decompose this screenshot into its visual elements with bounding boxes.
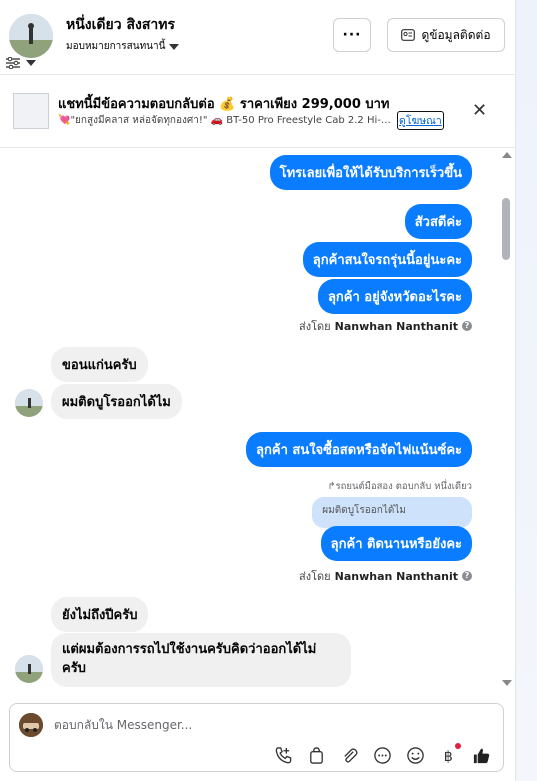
scroll-down-icon[interactable] bbox=[502, 680, 512, 686]
attachment-icon[interactable] bbox=[340, 746, 359, 765]
notification-dot bbox=[455, 743, 461, 749]
sent-by-label: ส่งโดย Nanwhan Nanthanit ? bbox=[299, 567, 472, 585]
message-incoming[interactable]: แต่ผมต้องการรถไปใช้งานครับคิดว่าออกได้ไม… bbox=[51, 633, 351, 687]
close-icon[interactable]: ✕ bbox=[472, 100, 487, 121]
contact-card-icon bbox=[401, 29, 416, 41]
chevron-down-icon bbox=[169, 43, 180, 50]
conversation-header: หนึ่งเดียว สิงสาทร มอบหมายการสนทนานี้ ··… bbox=[0, 0, 515, 75]
sent-by-prefix: ส่งโดย bbox=[299, 570, 331, 583]
message-incoming[interactable]: ยังไม่ถึงปีครับ bbox=[51, 597, 149, 632]
view-ad-link[interactable]: ดูโฆษณา bbox=[397, 111, 444, 130]
call-icon[interactable] bbox=[274, 746, 293, 765]
message-outgoing[interactable]: ลุกค้า ติดนานหรือยังคะ bbox=[320, 526, 472, 561]
help-icon[interactable]: ? bbox=[462, 321, 472, 331]
scroll-thumb[interactable] bbox=[502, 198, 510, 260]
sender-name: Nanwhan Nanthanit bbox=[334, 319, 458, 333]
message-outgoing[interactable]: สัวสดีค่ะ bbox=[404, 204, 472, 239]
message-outgoing[interactable]: ลุกค้า สนใจซื้อสดหรือจัดไฟแน้นซ์คะ bbox=[246, 432, 472, 467]
message-incoming[interactable]: ผมติดบูโรออกได้ไม bbox=[51, 384, 182, 419]
view-contact-label: ดูข้อมูลติดต่อ bbox=[421, 27, 491, 42]
message-outgoing[interactable]: ลุกค้า อยู่จังหวัดอะไรคะ bbox=[317, 279, 472, 314]
emoji-icon[interactable] bbox=[406, 746, 425, 765]
sent-by-prefix: ส่งโดย bbox=[299, 320, 331, 333]
contact-avatar-small bbox=[15, 655, 43, 683]
message-outgoing[interactable]: ลุกค้าสนใจรถรุ่นนี้อยู่นะคะ bbox=[302, 242, 472, 277]
thumbs-up-icon[interactable] bbox=[472, 746, 491, 765]
contact-name: หนึ่งเดียว สิงสาทร bbox=[66, 17, 175, 33]
message-incoming[interactable]: ขอนแก่นครับ bbox=[51, 347, 148, 382]
saved-replies-icon[interactable] bbox=[373, 746, 392, 765]
sender-name: Nanwhan Nanthanit bbox=[334, 569, 458, 583]
reply-input[interactable] bbox=[54, 718, 454, 732]
quoted-message[interactable]: ผมติดบูโรออกได้ไม bbox=[312, 497, 472, 528]
contact-avatar[interactable] bbox=[9, 14, 53, 58]
background-strip bbox=[515, 0, 537, 781]
contact-avatar-small bbox=[15, 389, 43, 417]
sliders-icon bbox=[6, 57, 20, 69]
ad-thumbnail bbox=[13, 93, 49, 129]
ad-title: แชทนี้มีข้อความตอบกลับต่อ 💰 ราคาเพียง 29… bbox=[58, 97, 390, 112]
shopping-bag-icon[interactable] bbox=[307, 746, 326, 765]
chat-scrollbar[interactable] bbox=[500, 150, 513, 688]
help-icon[interactable]: ? bbox=[462, 571, 472, 581]
reply-note-text: รถยนต์มือสอง ตอบกลับ หนึ่งเดียว bbox=[335, 481, 472, 492]
chevron-down-icon bbox=[26, 60, 36, 66]
message-list: โทรเลยเพื่อให้ได้รับบริการเร็วขึ้น สัวสด… bbox=[0, 149, 515, 690]
conversation-panel: หนึ่งเดียว สิงสาทร มอบหมายการสนทนานี้ ··… bbox=[0, 0, 515, 781]
reply-arrow-icon: ↱ bbox=[327, 481, 336, 492]
filter-dropdown[interactable] bbox=[6, 56, 42, 70]
assign-conversation-dropdown[interactable]: มอบหมายการสนทนานี้ bbox=[66, 39, 180, 54]
composer-toolbar: ฿ bbox=[274, 743, 491, 765]
more-options-button[interactable]: ··· bbox=[333, 18, 371, 52]
svg-text:฿: ฿ bbox=[444, 749, 453, 765]
sent-by-label: ส่งโดย Nanwhan Nanthanit ? bbox=[299, 317, 472, 335]
message-outgoing[interactable]: โทรเลยเพื่อให้ได้รับบริการเร็วขึ้น bbox=[269, 155, 472, 190]
ad-banner: แชทนี้มีข้อความตอบกลับต่อ 💰 ราคาเพียง 29… bbox=[0, 76, 515, 148]
assign-label: มอบหมายการสนทนานี้ bbox=[66, 41, 166, 52]
page-avatar bbox=[19, 713, 43, 737]
message-composer: ฿ bbox=[9, 703, 504, 772]
view-contact-button[interactable]: ดูข้อมูลติดต่อ bbox=[387, 18, 505, 52]
baht-icon: ฿ bbox=[444, 749, 453, 765]
scroll-up-icon[interactable] bbox=[502, 152, 512, 158]
reply-note: ↱รถยนต์มือสอง ตอบกลับ หนึ่งเดียว bbox=[328, 479, 472, 494]
ad-subtitle: 💘"ยกสูงมีคลาส หล่อจัดทุกองศา!" 🚗 BT-50 P… bbox=[58, 115, 394, 126]
payment-button[interactable]: ฿ bbox=[439, 743, 461, 765]
